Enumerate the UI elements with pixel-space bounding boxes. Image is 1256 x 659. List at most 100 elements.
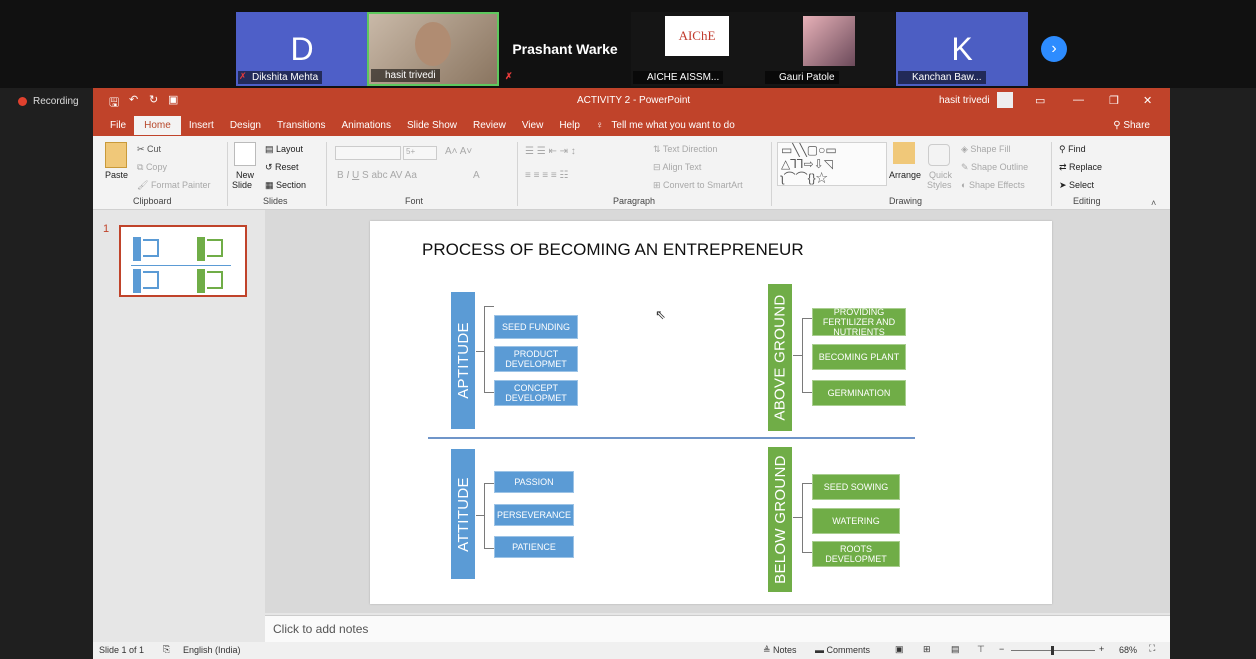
align-buttons[interactable]: ≡ ≡ ≡ ≡ ☷ <box>525 170 568 181</box>
participant-tile[interactable]: Prashant Warke ✗ <box>499 12 631 86</box>
undo-icon[interactable]: ↶ <box>129 93 138 106</box>
aptitude-label-bar[interactable]: APTITUDE <box>451 292 475 429</box>
quick-styles-button-line2[interactable]: Styles <box>927 180 952 190</box>
tab-home[interactable]: Home <box>134 115 181 135</box>
restore-icon[interactable]: ❐ <box>1109 94 1119 107</box>
text-direction-button[interactable]: ⇅ Text Direction <box>653 144 717 155</box>
format-painter-button[interactable]: 🖌 Format Painter <box>137 180 210 191</box>
attitude-item[interactable]: PASSION <box>494 471 574 493</box>
font-style-buttons[interactable]: B I U S abc AV Aa <box>337 170 417 181</box>
font-name-box[interactable] <box>335 146 401 160</box>
new-slide-button[interactable]: New <box>236 170 254 180</box>
font-size-box[interactable]: 5+ <box>403 146 437 160</box>
copy-button[interactable]: ⧉ Copy <box>137 162 167 173</box>
new-slide-button-line2[interactable]: Slide <box>232 180 252 190</box>
slide-canvas[interactable]: PROCESS OF BECOMING AN ENTREPRENEUR APTI… <box>370 221 1052 604</box>
shape-fill-button[interactable]: ◈ Shape Fill <box>961 144 1010 155</box>
slideshow-quick-icon[interactable]: ▣ <box>168 93 178 106</box>
replace-button[interactable]: ⇄ Replace <box>1059 162 1102 173</box>
select-button[interactable]: ➤ Select <box>1059 180 1094 191</box>
align-text-button[interactable]: ⊟ Align Text <box>653 162 701 173</box>
next-page-button[interactable]: › <box>1041 36 1067 62</box>
tab-animations[interactable]: Animations <box>334 116 399 135</box>
above-ground-label-bar[interactable]: ABOVE GROUND <box>768 284 792 431</box>
collapse-ribbon-icon[interactable]: ˄ <box>1151 198 1156 208</box>
language-indicator[interactable]: English (India) <box>183 645 241 655</box>
tab-transitions[interactable]: Transitions <box>269 116 334 135</box>
font-color-icon[interactable]: A <box>473 170 480 181</box>
shape-outline-button[interactable]: ✎ Shape Outline <box>961 162 1028 173</box>
above-ground-item[interactable]: GERMINATION <box>812 380 906 406</box>
spellcheck-icon[interactable]: ⎘ <box>163 644 170 655</box>
ribbon-display-icon[interactable]: ▭ <box>1035 94 1045 107</box>
comments-button[interactable]: ▬ Comments <box>815 645 870 655</box>
below-ground-item[interactable]: SEED SOWING <box>812 474 900 500</box>
zoom-slider-thumb[interactable] <box>1051 646 1054 655</box>
tab-view[interactable]: View <box>514 116 552 135</box>
slideshow-icon[interactable]: ⊤ <box>977 644 985 655</box>
tell-me-search[interactable]: Tell me what you want to do <box>611 120 734 131</box>
participant-tile-active-speaker[interactable]: hasit trivedi <box>367 12 499 86</box>
participant-tile[interactable]: Gauri Patole <box>763 12 895 86</box>
quick-styles-button[interactable]: Quick <box>929 170 952 180</box>
minimize-icon[interactable]: — <box>1073 94 1084 106</box>
paste-icon[interactable] <box>105 142 127 168</box>
aptitude-item[interactable]: SEED FUNDING <box>494 315 578 339</box>
aptitude-item[interactable]: CONCEPT DEVELOPMET <box>494 380 578 406</box>
powerpoint-window: 🖫 ↶ ↻ ▣ ACTIVITY 2 - PowerPoint hasit tr… <box>93 88 1170 659</box>
zoom-in-icon[interactable]: + <box>1099 644 1104 654</box>
close-icon[interactable]: ✕ <box>1143 94 1152 107</box>
layout-icon: ▤ <box>265 144 277 154</box>
tab-file[interactable]: File <box>102 116 134 135</box>
arrange-button[interactable]: Arrange <box>889 170 921 180</box>
attitude-label-bar[interactable]: ATTITUDE <box>451 449 475 579</box>
tab-help[interactable]: Help <box>551 116 588 135</box>
grow-font-icon[interactable]: A˄ A˅ <box>445 146 472 157</box>
paste-button[interactable]: Paste <box>105 170 128 180</box>
below-ground-label-bar[interactable]: BELOW GROUND <box>768 447 792 592</box>
reset-button[interactable]: ↺ Reset <box>265 162 299 173</box>
aptitude-item[interactable]: PRODUCT DEVELOPMET <box>494 346 578 372</box>
layout-button[interactable]: ▤ Layout <box>265 144 303 155</box>
arrange-icon[interactable] <box>893 142 915 164</box>
cut-button[interactable]: ✂ Cut <box>137 144 161 155</box>
zoom-level[interactable]: 68% <box>1119 645 1137 655</box>
tab-review[interactable]: Review <box>465 116 514 135</box>
share-button[interactable]: ⚲ Share <box>1113 120 1150 131</box>
participant-tile[interactable]: AIChE AICHE AISSM... <box>631 12 763 86</box>
fit-to-window-icon[interactable]: ⛶ <box>1149 643 1155 654</box>
save-icon[interactable]: 🖫 <box>109 93 119 114</box>
status-bar: Slide 1 of 1 ⎘ English (India) ≜ Notes ▬… <box>93 642 1170 659</box>
normal-view-icon[interactable]: ▣ <box>895 644 904 655</box>
find-button[interactable]: ⚲ Find <box>1059 144 1086 155</box>
redo-icon[interactable]: ↻ <box>149 93 158 106</box>
participant-tile[interactable]: K Kanchan Baw... <box>896 12 1028 86</box>
section-button[interactable]: ▦ Section <box>265 180 306 191</box>
user-avatar[interactable] <box>997 92 1013 108</box>
slide-title[interactable]: PROCESS OF BECOMING AN ENTREPRENEUR <box>422 240 804 260</box>
zoom-out-icon[interactable]: − <box>999 644 1004 654</box>
attitude-item[interactable]: PERSEVERANCE <box>494 504 574 526</box>
smartart-button[interactable]: ⊞ Convert to SmartArt <box>653 180 743 191</box>
ribbon-separator <box>771 142 772 206</box>
tab-insert[interactable]: Insert <box>181 116 222 135</box>
quick-styles-icon[interactable] <box>928 144 950 166</box>
reading-view-icon[interactable]: ▤ <box>951 644 960 655</box>
slide-thumbnail[interactable] <box>119 225 247 297</box>
tab-slide-show[interactable]: Slide Show <box>399 116 465 135</box>
new-slide-icon[interactable] <box>234 142 256 166</box>
list-buttons[interactable]: ☰ ☰ ⇤ ⇥ ↕ <box>525 146 576 157</box>
shape-effects-button[interactable]: ◐ Shape Effects <box>961 180 1025 190</box>
above-ground-item[interactable]: BECOMING PLANT <box>812 344 906 370</box>
below-ground-item[interactable]: WATERING <box>812 508 900 534</box>
below-ground-item[interactable]: ROOTS DEVELOPMET <box>812 541 900 567</box>
ribbon-separator <box>227 142 228 206</box>
participant-tile[interactable]: D Dikshita Mehta ✗ <box>236 12 368 86</box>
slide-sorter-icon[interactable]: ⊞ <box>923 644 931 655</box>
tab-design[interactable]: Design <box>222 116 269 135</box>
above-ground-item[interactable]: PROVIDING FERTILIZER AND NUTRIENTS <box>812 307 906 337</box>
notes-button[interactable]: ≜ Notes <box>763 645 797 656</box>
attitude-item[interactable]: PATIENCE <box>494 536 574 558</box>
notes-pane[interactable]: Click to add notes <box>265 615 1170 642</box>
shapes-gallery[interactable]: ▭╲╲▢○▭ △⅂⅂⇨⇩◹ ʅ⌒⌒{}☆ <box>777 142 887 186</box>
